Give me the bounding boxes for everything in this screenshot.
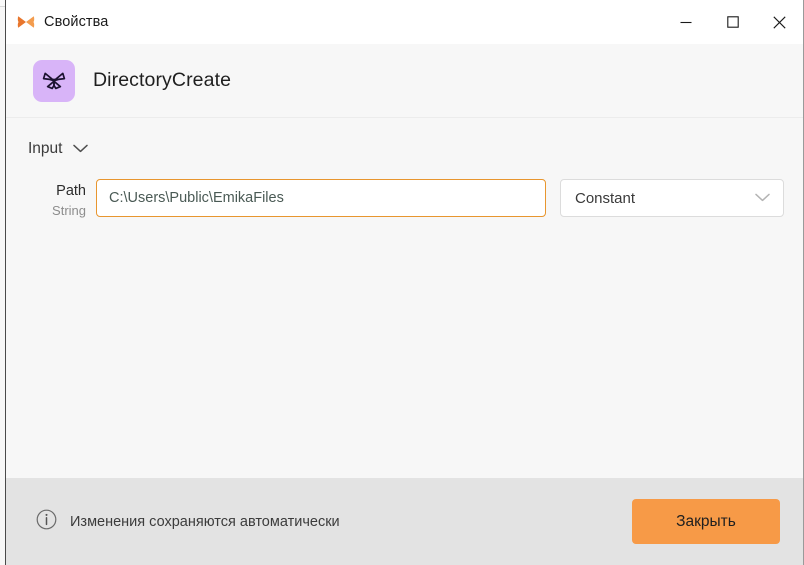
field-path-labels: Path String bbox=[28, 179, 96, 220]
path-mode-dropdown[interactable]: Constant bbox=[560, 179, 784, 217]
butterfly-outline-icon bbox=[33, 59, 75, 102]
chevron-down-icon[interactable] bbox=[73, 140, 89, 158]
window-title: Свойства bbox=[44, 14, 109, 30]
properties-dialog: Свойства DirectoryCreate Input Path Stri… bbox=[5, 0, 804, 565]
close-button[interactable]: Закрыть bbox=[632, 499, 780, 544]
autosave-note: Изменения сохраняются автоматически bbox=[36, 509, 340, 535]
dialog-footer: Изменения сохраняются автоматически Закр… bbox=[6, 478, 803, 565]
close-window-button[interactable] bbox=[756, 0, 803, 44]
field-path-name: Path bbox=[56, 183, 86, 199]
section-input-label: Input bbox=[28, 140, 63, 157]
butterfly-icon bbox=[17, 13, 35, 31]
chevron-down-icon[interactable] bbox=[755, 189, 770, 207]
maximize-button[interactable] bbox=[709, 0, 756, 44]
field-row-path: Path String Constant bbox=[6, 158, 803, 220]
title-bar-left: Свойства bbox=[6, 13, 108, 31]
minimize-icon bbox=[680, 21, 691, 24]
autosave-message: Изменения сохраняются автоматически bbox=[70, 513, 340, 530]
minimize-button[interactable] bbox=[662, 0, 709, 44]
dialog-body: Input Path String Constant bbox=[6, 118, 803, 478]
title-bar: Свойства bbox=[6, 0, 803, 44]
activity-header: DirectoryCreate bbox=[6, 44, 803, 118]
maximize-icon bbox=[726, 16, 739, 28]
info-circle-icon bbox=[36, 509, 57, 535]
screen: Свойства DirectoryCreate Input Path Stri… bbox=[0, 0, 804, 565]
activity-title: DirectoryCreate bbox=[93, 69, 232, 91]
field-path-type: String bbox=[52, 203, 86, 218]
window-controls bbox=[662, 0, 803, 44]
path-input[interactable] bbox=[96, 179, 546, 217]
path-mode-value: Constant bbox=[575, 189, 636, 207]
close-icon bbox=[773, 15, 786, 29]
section-input[interactable]: Input bbox=[6, 118, 114, 158]
